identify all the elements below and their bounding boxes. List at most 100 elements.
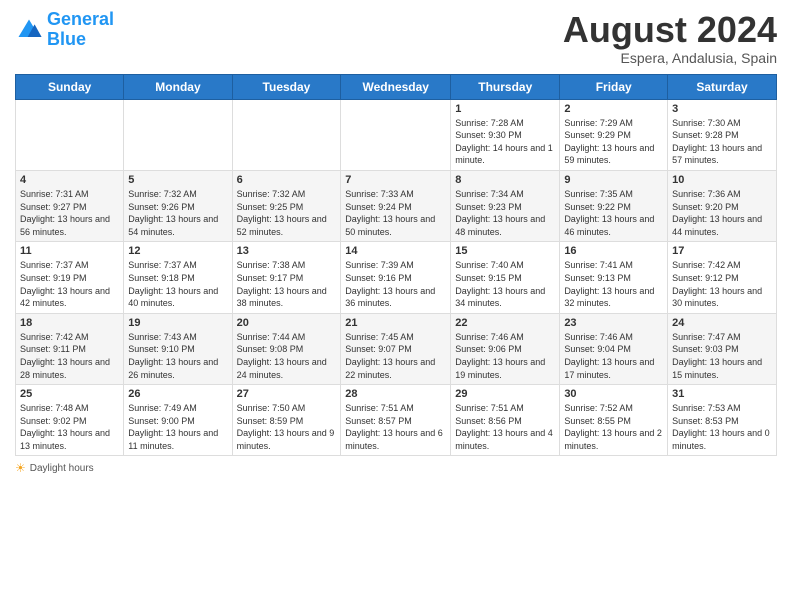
calendar-cell: 22 Sunrise: 7:46 AM Sunset: 9:06 PM Dayli… (451, 313, 560, 384)
day-number: 30 (564, 388, 663, 400)
col-saturday: Saturday (668, 74, 777, 99)
day-number: 8 (455, 174, 555, 186)
day-info: Sunrise: 7:37 AM Sunset: 9:18 PM Dayligh… (128, 259, 227, 309)
day-info: Sunrise: 7:42 AM Sunset: 9:11 PM Dayligh… (20, 331, 119, 381)
day-info: Sunrise: 7:32 AM Sunset: 9:25 PM Dayligh… (237, 188, 337, 238)
calendar-cell: 4 Sunrise: 7:31 AM Sunset: 9:27 PM Daylig… (16, 170, 124, 241)
calendar-cell (16, 99, 124, 170)
calendar-cell: 28Sunrise: 7:51 AM Sunset: 8:57 PM Dayli… (341, 385, 451, 456)
day-info: Sunrise: 7:51 AM Sunset: 8:57 PM Dayligh… (345, 402, 446, 452)
day-info: Sunrise: 7:33 AM Sunset: 9:24 PM Dayligh… (345, 188, 446, 238)
day-number: 9 (564, 174, 663, 186)
day-info: Sunrise: 7:47 AM Sunset: 9:03 PM Dayligh… (672, 331, 772, 381)
calendar-week-1: 4 Sunrise: 7:31 AM Sunset: 9:27 PM Daylig… (16, 170, 777, 241)
day-number: 23 (564, 317, 663, 329)
day-number: 13 (237, 245, 337, 257)
day-info: Sunrise: 7:29 AM Sunset: 9:29 PM Dayligh… (564, 117, 663, 167)
day-number: 10 (672, 174, 772, 186)
calendar-cell: 26Sunrise: 7:49 AM Sunset: 9:00 PM Dayli… (124, 385, 232, 456)
day-info: Sunrise: 7:37 AM Sunset: 9:19 PM Dayligh… (20, 259, 119, 309)
logo: General Blue (15, 10, 114, 50)
calendar-cell: 27 Sunrise: 7:50 AM Sunset: 8:59 PM Dayli… (232, 385, 341, 456)
calendar-table: Sunday Monday Tuesday Wednesday Thursday… (15, 74, 777, 457)
calendar-cell: 7 Sunrise: 7:33 AM Sunset: 9:24 PM Daylig… (341, 170, 451, 241)
calendar-cell: 9Sunrise: 7:35 AM Sunset: 9:22 PM Daylig… (560, 170, 668, 241)
day-number: 7 (345, 174, 446, 186)
day-number: 22 (455, 317, 555, 329)
calendar-cell: 1 Sunrise: 7:28 AM Sunset: 9:30 PM Daylig… (451, 99, 560, 170)
logo-line1: General (47, 9, 114, 29)
day-number: 24 (672, 317, 772, 329)
col-sunday: Sunday (16, 74, 124, 99)
calendar-cell: 6Sunrise: 7:32 AM Sunset: 9:25 PM Daylig… (232, 170, 341, 241)
day-info: Sunrise: 7:51 AM Sunset: 8:56 PM Dayligh… (455, 402, 555, 452)
day-number: 15 (455, 245, 555, 257)
day-number: 29 (455, 388, 555, 400)
calendar-cell: 2 Sunrise: 7:29 AM Sunset: 9:29 PM Daylig… (560, 99, 668, 170)
page: General Blue August 2024 Espera, Andalus… (0, 0, 792, 612)
day-number: 25 (20, 388, 119, 400)
calendar-week-0: 1 Sunrise: 7:28 AM Sunset: 9:30 PM Daylig… (16, 99, 777, 170)
day-info: Sunrise: 7:34 AM Sunset: 9:23 PM Dayligh… (455, 188, 555, 238)
day-info: Sunrise: 7:36 AM Sunset: 9:20 PM Dayligh… (672, 188, 772, 238)
calendar-cell: 12 Sunrise: 7:37 AM Sunset: 9:18 PM Dayli… (124, 242, 232, 313)
day-number: 1 (455, 103, 555, 115)
col-monday: Monday (124, 74, 232, 99)
day-info: Sunrise: 7:38 AM Sunset: 9:17 PM Dayligh… (237, 259, 337, 309)
calendar-cell: 17Sunrise: 7:42 AM Sunset: 9:12 PM Dayli… (668, 242, 777, 313)
day-number: 5 (128, 174, 227, 186)
logo-icon (15, 16, 43, 44)
main-title: August 2024 (563, 10, 777, 50)
day-number: 26 (128, 388, 227, 400)
calendar-cell (232, 99, 341, 170)
day-number: 12 (128, 245, 227, 257)
calendar-header: Sunday Monday Tuesday Wednesday Thursday… (16, 74, 777, 99)
calendar-cell: 5Sunrise: 7:32 AM Sunset: 9:26 PM Daylig… (124, 170, 232, 241)
day-info: Sunrise: 7:53 AM Sunset: 8:53 PM Dayligh… (672, 402, 772, 452)
day-number: 14 (345, 245, 446, 257)
day-info: Sunrise: 7:43 AM Sunset: 9:10 PM Dayligh… (128, 331, 227, 381)
calendar-cell: 11Sunrise: 7:37 AM Sunset: 9:19 PM Dayli… (16, 242, 124, 313)
calendar-cell: 21Sunrise: 7:45 AM Sunset: 9:07 PM Dayli… (341, 313, 451, 384)
subtitle: Espera, Andalusia, Spain (563, 50, 777, 66)
logo-line2: Blue (47, 30, 114, 50)
day-number: 4 (20, 174, 119, 186)
calendar-cell: 19 Sunrise: 7:43 AM Sunset: 9:10 PM Dayli… (124, 313, 232, 384)
calendar-cell: 24 Sunrise: 7:47 AM Sunset: 9:03 PM Dayli… (668, 313, 777, 384)
day-number: 16 (564, 245, 663, 257)
calendar-cell: 20Sunrise: 7:44 AM Sunset: 9:08 PM Dayli… (232, 313, 341, 384)
calendar-cell: 18 Sunrise: 7:42 AM Sunset: 9:11 PM Dayli… (16, 313, 124, 384)
header: General Blue August 2024 Espera, Andalus… (15, 10, 777, 66)
calendar-cell: 16Sunrise: 7:41 AM Sunset: 9:13 PM Dayli… (560, 242, 668, 313)
day-number: 17 (672, 245, 772, 257)
day-info: Sunrise: 7:52 AM Sunset: 8:55 PM Dayligh… (564, 402, 663, 452)
day-number: 31 (672, 388, 772, 400)
calendar-week-3: 18 Sunrise: 7:42 AM Sunset: 9:11 PM Dayli… (16, 313, 777, 384)
col-thursday: Thursday (451, 74, 560, 99)
calendar-cell: 30 Sunrise: 7:52 AM Sunset: 8:55 PM Dayli… (560, 385, 668, 456)
day-info: Sunrise: 7:31 AM Sunset: 9:27 PM Dayligh… (20, 188, 119, 238)
day-info: Sunrise: 7:28 AM Sunset: 9:30 PM Dayligh… (455, 117, 555, 167)
day-info: Sunrise: 7:45 AM Sunset: 9:07 PM Dayligh… (345, 331, 446, 381)
calendar-cell: 23 Sunrise: 7:46 AM Sunset: 9:04 PM Dayli… (560, 313, 668, 384)
calendar-cell: 15Sunrise: 7:40 AM Sunset: 9:15 PM Dayli… (451, 242, 560, 313)
calendar-cell: 10 Sunrise: 7:36 AM Sunset: 9:20 PM Dayli… (668, 170, 777, 241)
day-info: Sunrise: 7:39 AM Sunset: 9:16 PM Dayligh… (345, 259, 446, 309)
sun-icon: ☀ (15, 461, 26, 475)
day-number: 18 (20, 317, 119, 329)
footer: ☀ Daylight hours (15, 461, 777, 475)
day-info: Sunrise: 7:46 AM Sunset: 9:04 PM Dayligh… (564, 331, 663, 381)
calendar-cell (124, 99, 232, 170)
day-number: 19 (128, 317, 227, 329)
day-number: 27 (237, 388, 337, 400)
calendar-week-2: 11Sunrise: 7:37 AM Sunset: 9:19 PM Dayli… (16, 242, 777, 313)
col-wednesday: Wednesday (341, 74, 451, 99)
day-number: 2 (564, 103, 663, 115)
logo-text: General Blue (47, 10, 114, 50)
day-info: Sunrise: 7:50 AM Sunset: 8:59 PM Dayligh… (237, 402, 337, 452)
day-number: 3 (672, 103, 772, 115)
calendar-body: 1 Sunrise: 7:28 AM Sunset: 9:30 PM Daylig… (16, 99, 777, 456)
col-tuesday: Tuesday (232, 74, 341, 99)
calendar-cell: 25Sunrise: 7:48 AM Sunset: 9:02 PM Dayli… (16, 385, 124, 456)
day-info: Sunrise: 7:46 AM Sunset: 9:06 PM Dayligh… (455, 331, 555, 381)
